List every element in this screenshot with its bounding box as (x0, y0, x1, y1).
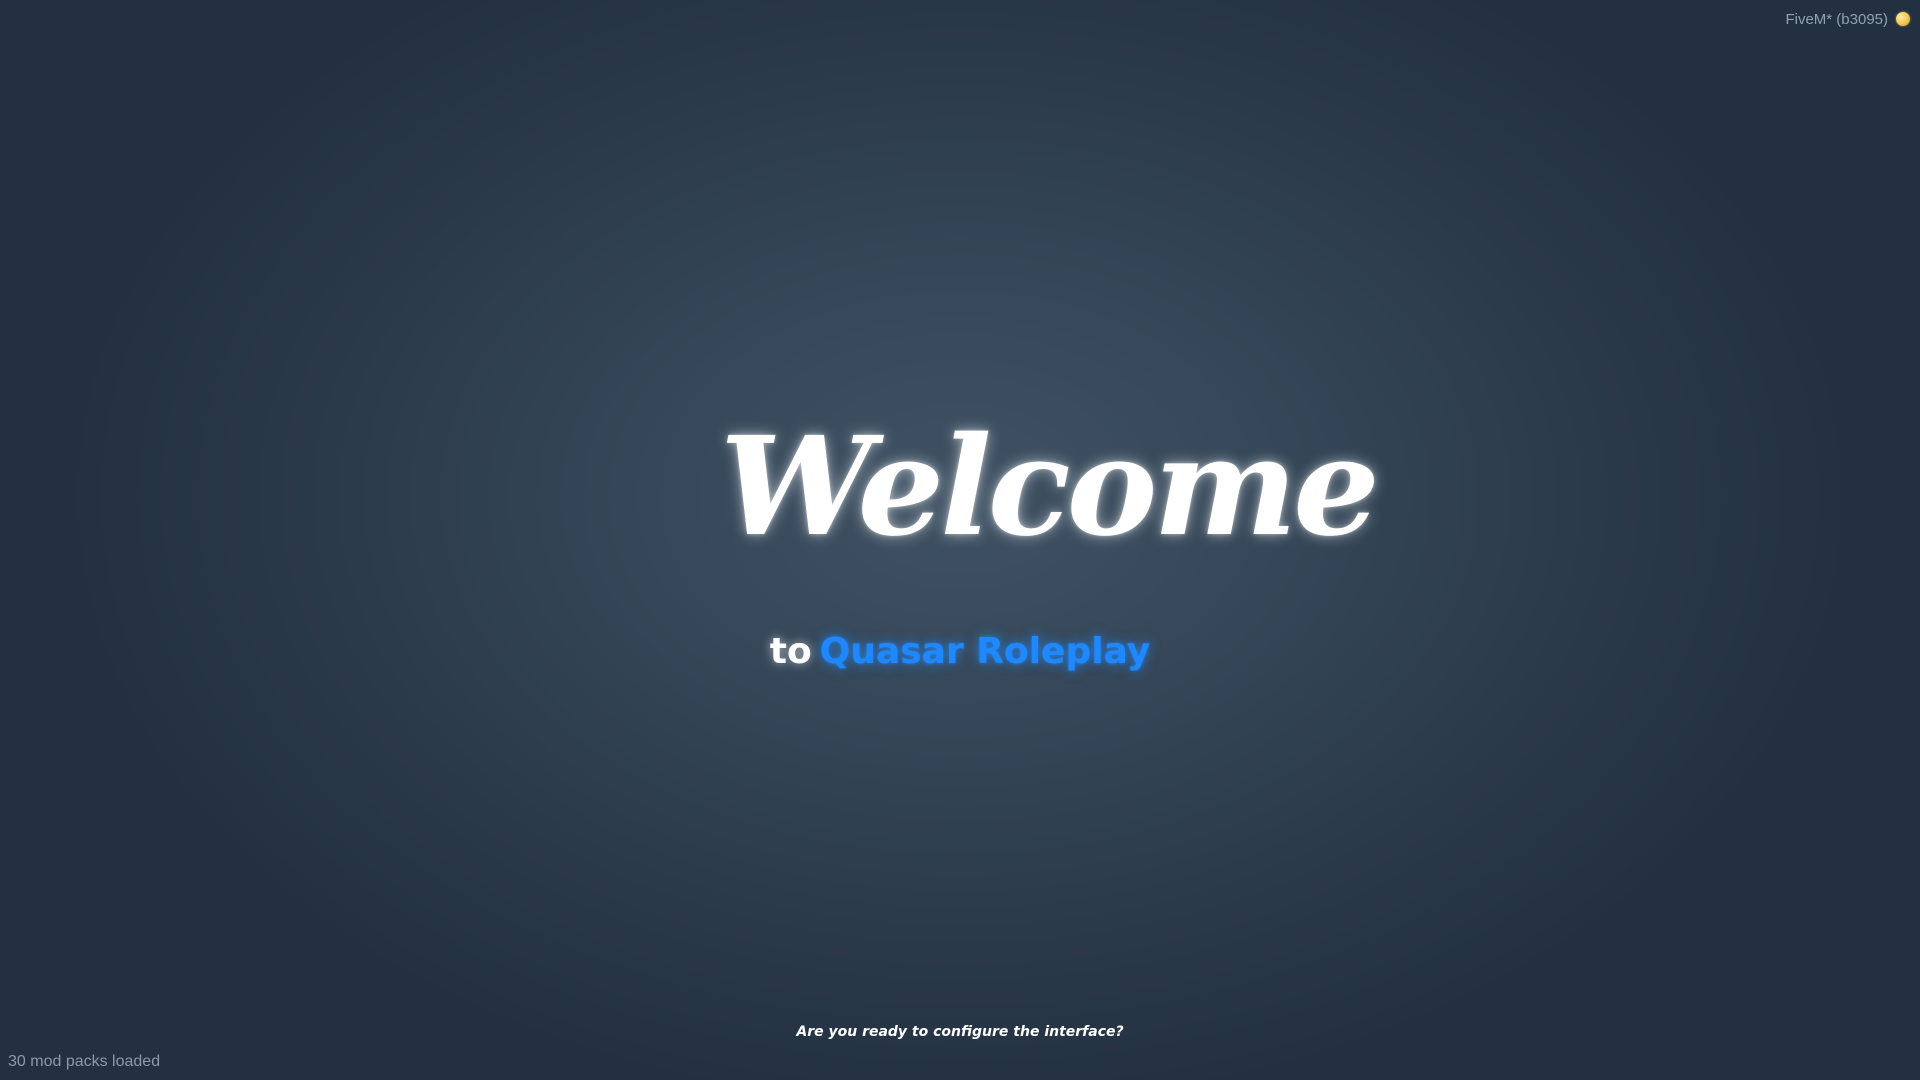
configure-prompt: Are you ready to configure the interface… (796, 1024, 1124, 1040)
subtitle-prefix: to (769, 631, 812, 672)
server-name: Quasar Roleplay (819, 631, 1151, 672)
mod-packs-status: 30 mod packs loaded (8, 1053, 161, 1070)
welcome-title: Welcome (720, 407, 1380, 567)
welcome-subtitle: to Quasar Roleplay (660, 626, 1260, 678)
welcome-screen: Welcome to Quasar Roleplay Are you ready … (0, 0, 1920, 1080)
